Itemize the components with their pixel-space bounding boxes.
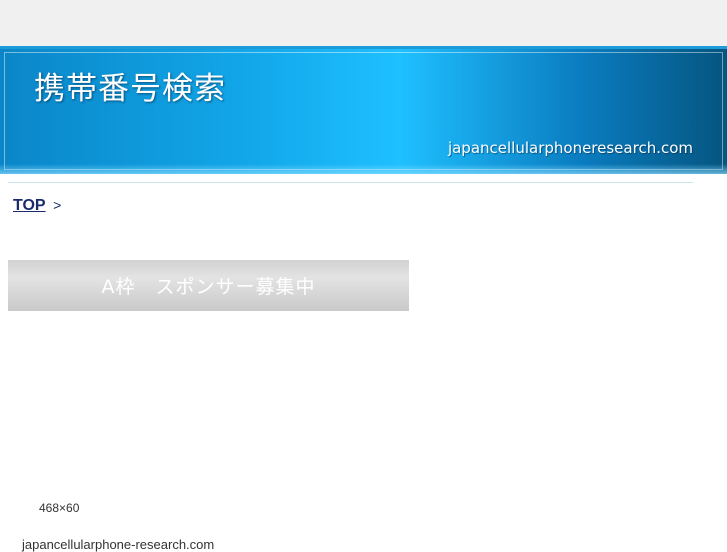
banner-glow <box>0 164 727 174</box>
sponsor-ad-banner[interactable]: A枠 スポンサー募集中 <box>8 260 409 311</box>
header-banner: 携帯番号検索 japancellularphoneresearch.com <box>0 46 727 174</box>
browser-top-area <box>0 0 727 46</box>
ad-size-label: 468×60 <box>39 501 80 515</box>
divider <box>8 182 693 183</box>
breadcrumb-separator: > <box>53 197 62 213</box>
breadcrumb: TOP > <box>13 197 61 215</box>
sponsor-ad-label: A枠 スポンサー募集中 <box>101 276 316 298</box>
site-title: 携帯番号検索 <box>34 71 226 107</box>
site-domain: japancellularphoneresearch.com <box>447 139 693 157</box>
breadcrumb-top-link[interactable]: TOP <box>13 197 46 214</box>
